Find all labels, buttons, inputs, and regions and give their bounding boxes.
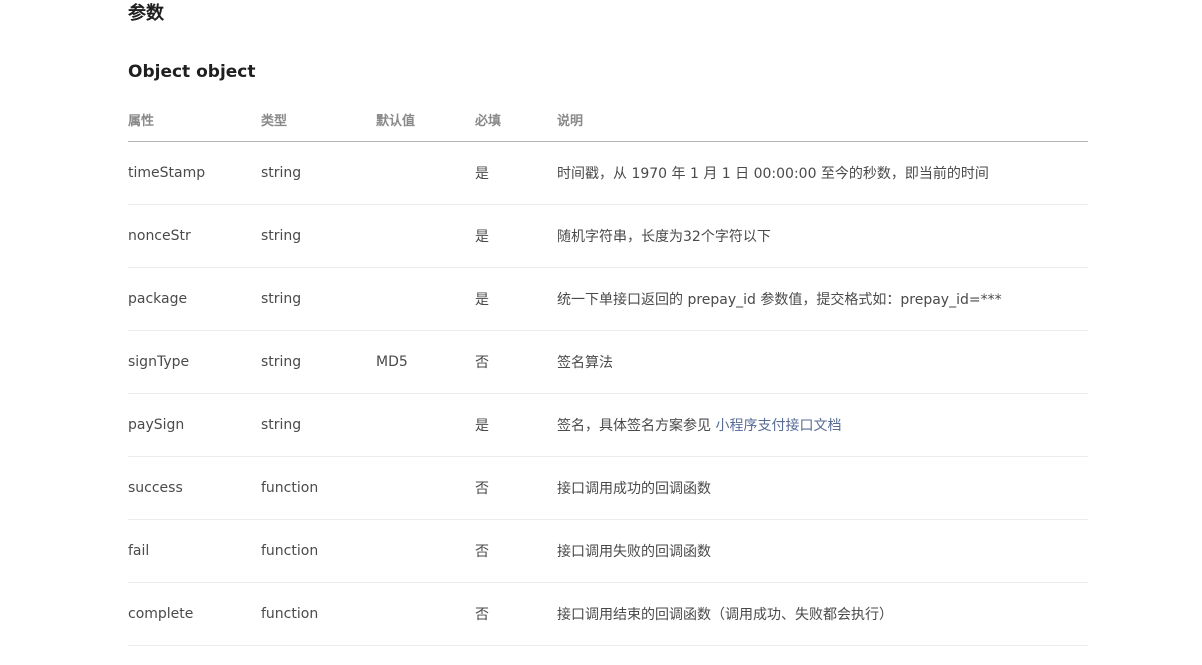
- param-name: package: [128, 267, 261, 331]
- table-header-row: 属性 类型 默认值 必填 说明: [128, 98, 1088, 142]
- header-type: 类型: [261, 98, 376, 142]
- description-text: 签名，具体签名方案参见: [557, 418, 716, 434]
- param-name: complete: [128, 582, 261, 646]
- param-description: 接口调用结束的回调函数（调用成功、失败都会执行）: [557, 582, 1088, 646]
- object-title: Object object: [128, 62, 256, 82]
- table-row: paySign string 是 签名，具体签名方案参见 小程序支付接口文档: [128, 393, 1088, 457]
- description-text: 统一下单接口返回的 prepay_id 参数值，提交格式如：prepay_id=…: [557, 292, 1002, 308]
- header-required: 必填: [475, 98, 557, 142]
- param-default: MD5: [376, 330, 475, 394]
- param-description: 签名，具体签名方案参见 小程序支付接口文档: [557, 393, 1088, 457]
- param-name: nonceStr: [128, 204, 261, 268]
- param-description: 接口调用成功的回调函数: [557, 456, 1088, 520]
- param-required: 否: [475, 456, 557, 520]
- section-title: 参数: [128, 3, 164, 24]
- param-type: function: [261, 519, 376, 583]
- table-row: nonceStr string 是 随机字符串，长度为32个字符以下: [128, 204, 1088, 268]
- param-description: 随机字符串，长度为32个字符以下: [557, 204, 1088, 268]
- param-description: 时间戳，从 1970 年 1 月 1 日 00:00:00 至今的秒数，即当前的…: [557, 141, 1088, 205]
- param-default: [376, 204, 475, 268]
- param-name: success: [128, 456, 261, 520]
- param-description: 签名算法: [557, 330, 1088, 394]
- param-required: 是: [475, 204, 557, 268]
- description-text: 接口调用成功的回调函数: [557, 481, 711, 497]
- param-type: string: [261, 330, 376, 394]
- param-name: paySign: [128, 393, 261, 457]
- table-row: package string 是 统一下单接口返回的 prepay_id 参数值…: [128, 267, 1088, 331]
- header-default: 默认值: [376, 98, 475, 142]
- param-required: 否: [475, 330, 557, 394]
- param-type: string: [261, 393, 376, 457]
- description-text: 随机字符串，长度为32个字符以下: [557, 229, 771, 245]
- param-type: string: [261, 267, 376, 331]
- params-table: 属性 类型 默认值 必填 说明 timeStamp string 是 时间戳，从…: [128, 98, 1088, 646]
- table-row: success function 否 接口调用成功的回调函数: [128, 456, 1088, 520]
- param-type: string: [261, 204, 376, 268]
- table-row: signType string MD5 否 签名算法: [128, 330, 1088, 394]
- param-default: [376, 456, 475, 520]
- param-description: 统一下单接口返回的 prepay_id 参数值，提交格式如：prepay_id=…: [557, 267, 1088, 331]
- description-text: 签名算法: [557, 355, 613, 371]
- param-default: [376, 582, 475, 646]
- table-row: timeStamp string 是 时间戳，从 1970 年 1 月 1 日 …: [128, 141, 1088, 205]
- param-type: string: [261, 141, 376, 205]
- param-default: [376, 519, 475, 583]
- param-type: function: [261, 456, 376, 520]
- param-required: 是: [475, 141, 557, 205]
- param-name: signType: [128, 330, 261, 394]
- param-name: timeStamp: [128, 141, 261, 205]
- param-type: function: [261, 582, 376, 646]
- param-name: fail: [128, 519, 261, 583]
- description-text: 接口调用失败的回调函数: [557, 544, 711, 560]
- param-required: 否: [475, 582, 557, 646]
- description-text: 接口调用结束的回调函数（调用成功、失败都会执行）: [557, 607, 893, 623]
- header-attr: 属性: [128, 98, 261, 142]
- table-row: fail function 否 接口调用失败的回调函数: [128, 519, 1088, 583]
- param-default: [376, 393, 475, 457]
- param-default: [376, 267, 475, 331]
- param-required: 是: [475, 393, 557, 457]
- header-description: 说明: [557, 98, 1088, 142]
- table-row: complete function 否 接口调用结束的回调函数（调用成功、失败都…: [128, 582, 1088, 646]
- pay-doc-link[interactable]: 小程序支付接口文档: [715, 418, 841, 434]
- param-description: 接口调用失败的回调函数: [557, 519, 1088, 583]
- param-required: 否: [475, 519, 557, 583]
- param-required: 是: [475, 267, 557, 331]
- description-text: 时间戳，从 1970 年 1 月 1 日 00:00:00 至今的秒数，即当前的…: [557, 166, 989, 182]
- param-default: [376, 141, 475, 205]
